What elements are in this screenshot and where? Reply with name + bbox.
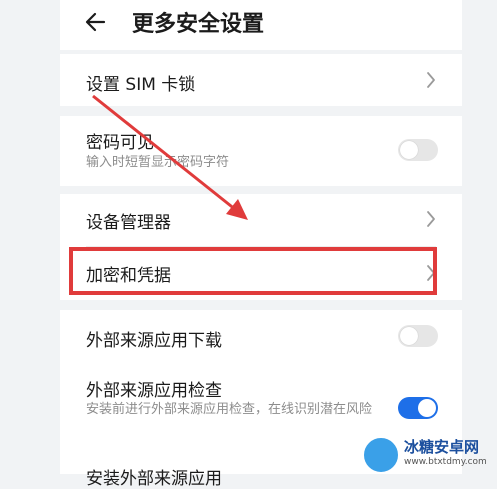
watermark-url: www.btxtdmy.com <box>404 457 487 467</box>
watermark: 冰糖安卓网 www.btxtdmy.com <box>356 432 497 474</box>
annotation-arrow <box>92 94 248 220</box>
watermark-logo-icon <box>362 436 400 474</box>
watermark-name: 冰糖安卓网 <box>404 438 480 456</box>
